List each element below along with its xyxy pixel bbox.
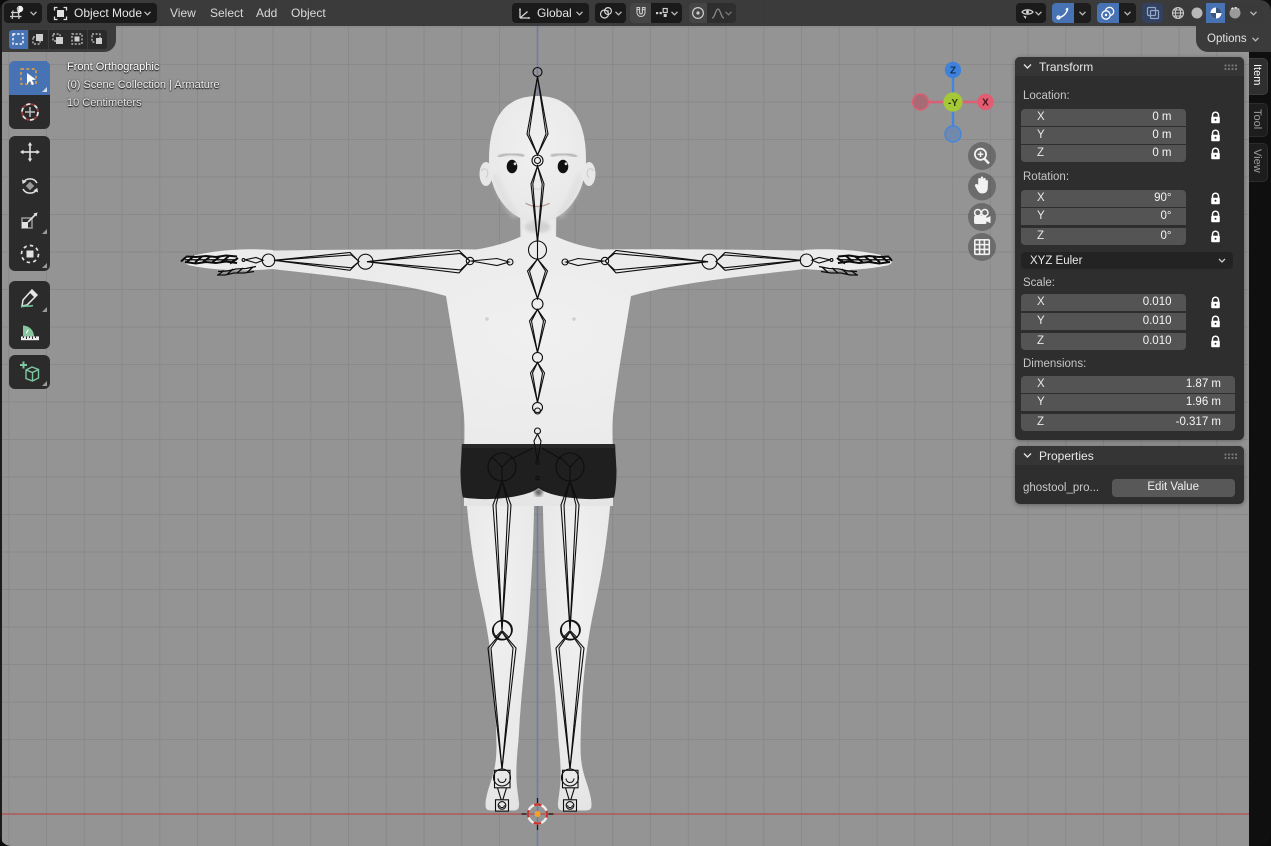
- svg-text:Z: Z: [950, 66, 956, 77]
- svg-text:-Y: -Y: [948, 98, 958, 109]
- svg-text:X: X: [982, 98, 989, 109]
